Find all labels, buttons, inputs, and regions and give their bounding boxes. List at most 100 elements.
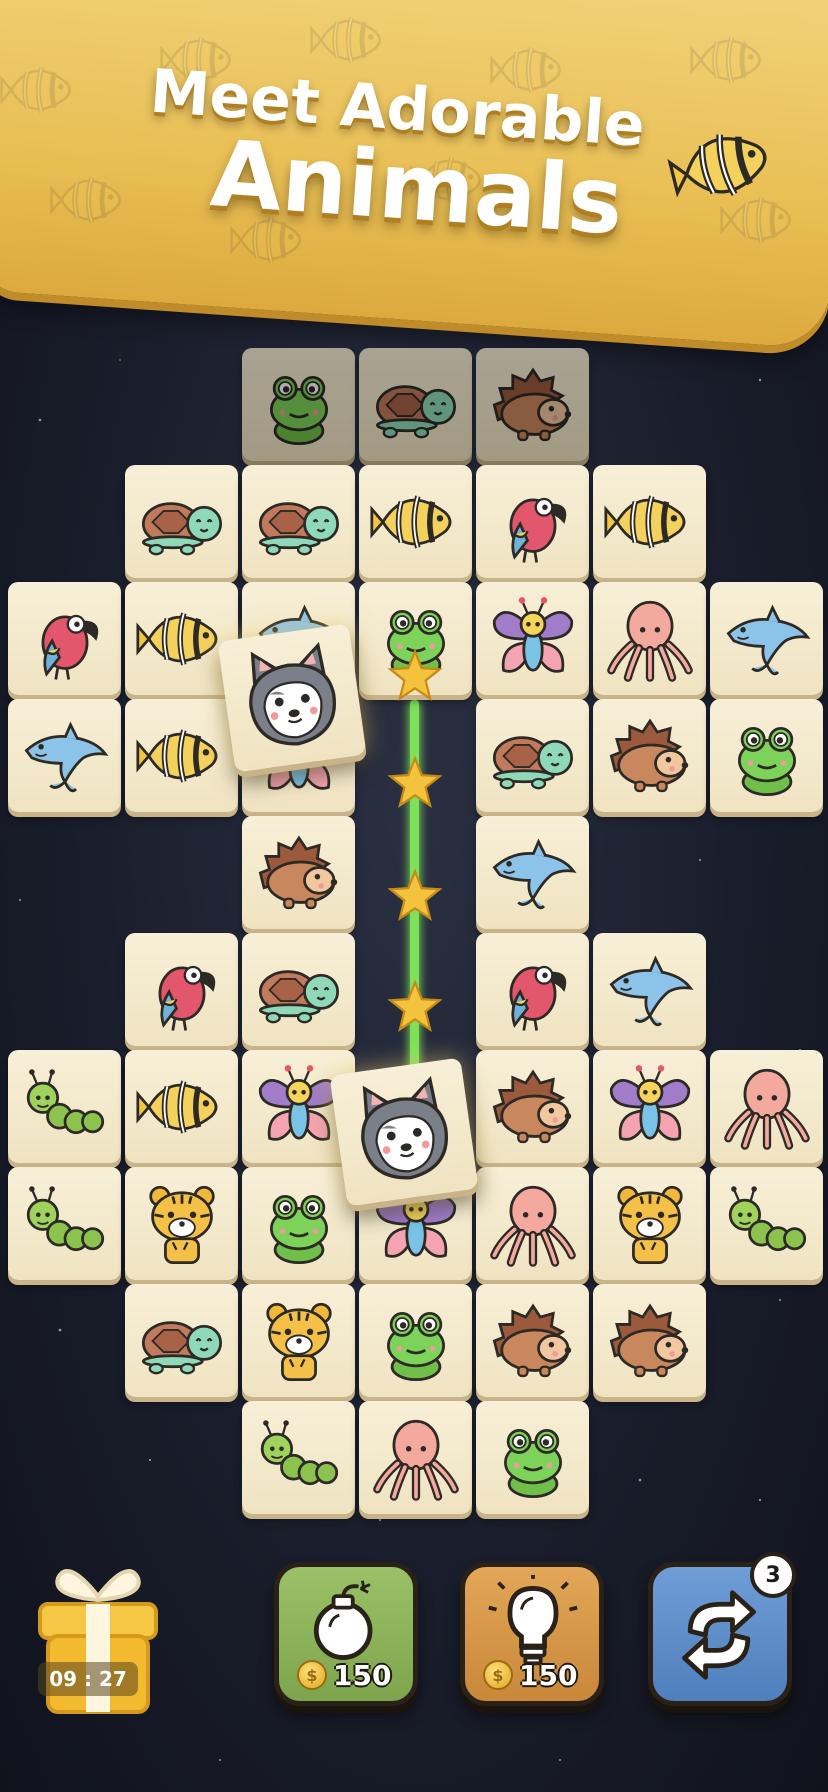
octopus-icon: [487, 1178, 579, 1270]
tile-octopus[interactable]: [359, 1401, 472, 1514]
turtle-icon: [253, 476, 345, 568]
frog-icon: [721, 710, 813, 802]
hint-price-value: 150: [519, 1658, 578, 1692]
tile-dolphin[interactable]: [710, 582, 823, 695]
hedgehog-icon: [487, 1295, 579, 1387]
caterpillar-icon: [721, 1178, 813, 1270]
parrot-icon: [19, 593, 111, 685]
butterfly-icon: [487, 593, 579, 685]
butterfly-icon: [604, 1061, 696, 1153]
tile-fish[interactable]: [125, 699, 238, 812]
fish-icon: [136, 593, 228, 685]
parrot-icon: [136, 944, 228, 1036]
dolphin-icon: [604, 944, 696, 1036]
wolf-icon: [230, 636, 354, 760]
tiger-icon: [253, 1295, 345, 1387]
tile-hedgehog[interactable]: [242, 816, 355, 929]
turtle-icon: [487, 710, 579, 802]
tile-tiger[interactable]: [242, 1284, 355, 1397]
tile-turtle[interactable]: [125, 1284, 238, 1397]
tile-parrot[interactable]: [476, 465, 589, 578]
tile-dolphin[interactable]: [476, 816, 589, 929]
coin-icon: $: [483, 1660, 513, 1690]
tile-tiger[interactable]: [593, 1167, 706, 1280]
hedgehog-icon: [487, 359, 579, 451]
selected-tile-wolf[interactable]: [217, 623, 367, 773]
shuffle-count-badge: 3: [750, 1552, 796, 1598]
hint-price: $ 150: [483, 1658, 578, 1692]
tile-frog[interactable]: [242, 1167, 355, 1280]
caterpillar-icon: [19, 1061, 111, 1153]
tile-turtle[interactable]: [359, 348, 472, 461]
shuffle-icon: [682, 1590, 756, 1680]
gift-timer: 09 : 27: [38, 1662, 138, 1696]
tile-frog[interactable]: [476, 1401, 589, 1514]
bomb-price: $ 150: [297, 1658, 392, 1692]
path-star-icon: [387, 755, 443, 811]
tile-parrot[interactable]: [8, 582, 121, 695]
bomb-button[interactable]: $ 150: [274, 1562, 418, 1706]
frog-icon: [253, 359, 345, 451]
tile-hedgehog[interactable]: [476, 1050, 589, 1163]
turtle-icon: [136, 476, 228, 568]
wolf-icon: [342, 1070, 466, 1194]
dolphin-icon: [721, 593, 813, 685]
tile-fish[interactable]: [593, 465, 706, 578]
tile-board: [0, 0, 828, 1792]
tile-dolphin[interactable]: [8, 699, 121, 812]
tile-caterpillar[interactable]: [242, 1401, 355, 1514]
coin-icon: $: [297, 1660, 327, 1690]
caterpillar-icon: [19, 1178, 111, 1270]
butterfly-icon: [253, 1061, 345, 1153]
octopus-icon: [370, 1412, 462, 1504]
bomb-price-value: 150: [333, 1658, 392, 1692]
tile-frog[interactable]: [242, 348, 355, 461]
fish-icon: [370, 476, 462, 568]
tile-fish[interactable]: [359, 465, 472, 578]
tile-turtle[interactable]: [242, 465, 355, 578]
hedgehog-icon: [253, 827, 345, 919]
hedgehog-icon: [487, 1061, 579, 1153]
path-star-icon: [387, 648, 443, 704]
frog-icon: [487, 1412, 579, 1504]
tile-fish[interactable]: [125, 582, 238, 695]
bomb-icon: [313, 1580, 373, 1660]
fish-icon: [136, 1061, 228, 1153]
tile-caterpillar[interactable]: [710, 1167, 823, 1280]
hint-button[interactable]: $ 150: [460, 1562, 604, 1706]
lightbulb-icon: [488, 1575, 578, 1666]
dolphin-icon: [487, 827, 579, 919]
tile-parrot[interactable]: [476, 933, 589, 1046]
tile-turtle[interactable]: [125, 465, 238, 578]
frog-icon: [370, 1295, 462, 1387]
tiger-icon: [604, 1178, 696, 1270]
tile-octopus[interactable]: [593, 582, 706, 695]
turtle-icon: [136, 1295, 228, 1387]
tile-frog[interactable]: [710, 699, 823, 812]
tile-parrot[interactable]: [125, 933, 238, 1046]
tile-butterfly[interactable]: [593, 1050, 706, 1163]
tile-turtle[interactable]: [242, 933, 355, 1046]
tile-caterpillar[interactable]: [8, 1050, 121, 1163]
turtle-icon: [253, 944, 345, 1036]
path-star-icon: [387, 868, 443, 924]
tile-caterpillar[interactable]: [8, 1167, 121, 1280]
tiger-icon: [136, 1178, 228, 1270]
tile-fish[interactable]: [125, 1050, 238, 1163]
tile-hedgehog[interactable]: [476, 348, 589, 461]
tile-octopus[interactable]: [476, 1167, 589, 1280]
tile-turtle[interactable]: [476, 699, 589, 812]
parrot-icon: [487, 476, 579, 568]
tile-hedgehog[interactable]: [476, 1284, 589, 1397]
tile-frog[interactable]: [359, 1284, 472, 1397]
tile-tiger[interactable]: [125, 1167, 238, 1280]
fish-icon: [136, 710, 228, 802]
hedgehog-icon: [604, 1295, 696, 1387]
tile-hedgehog[interactable]: [593, 699, 706, 812]
tile-octopus[interactable]: [710, 1050, 823, 1163]
octopus-icon: [721, 1061, 813, 1153]
tile-dolphin[interactable]: [593, 933, 706, 1046]
selected-tile-wolf[interactable]: [329, 1057, 479, 1207]
tile-butterfly[interactable]: [476, 582, 589, 695]
tile-hedgehog[interactable]: [593, 1284, 706, 1397]
